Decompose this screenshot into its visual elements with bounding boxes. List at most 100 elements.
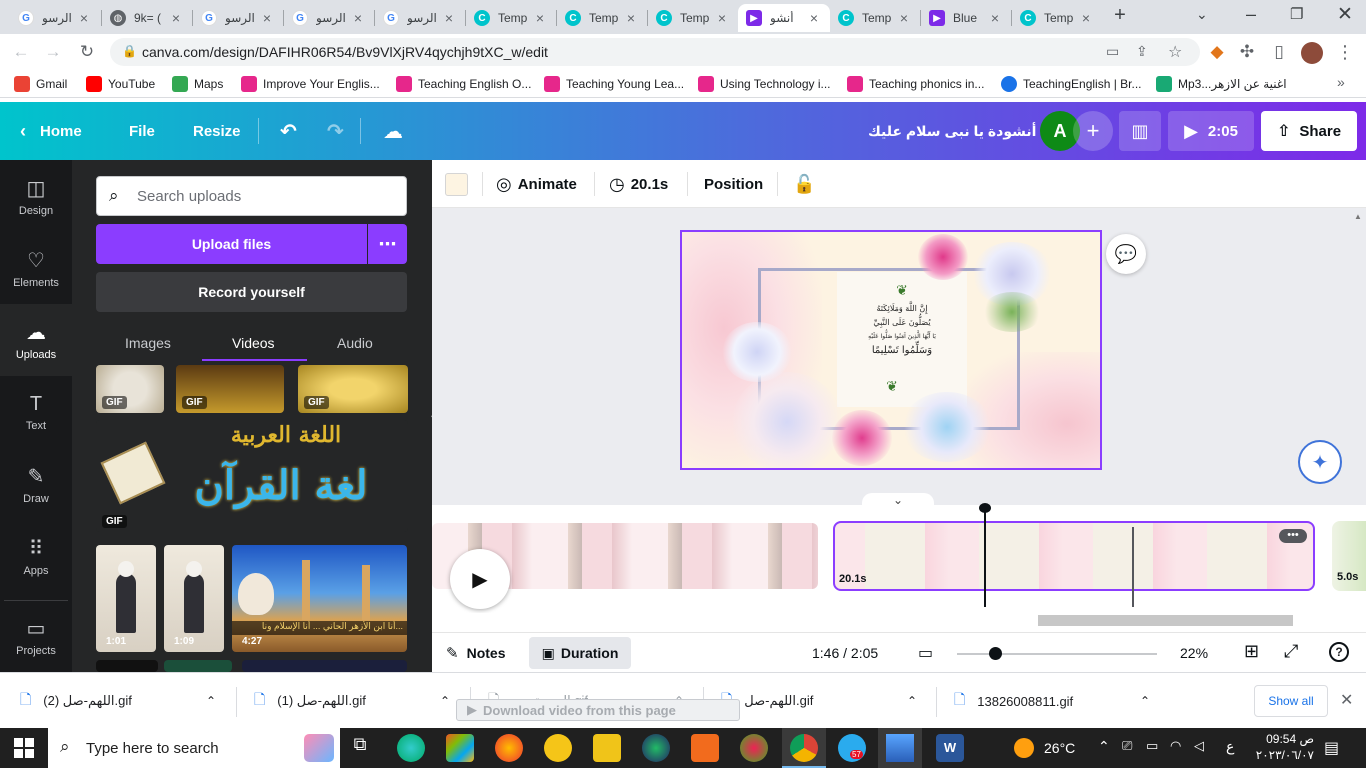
magic-sparkle-icon[interactable]: ✦ [1298,440,1342,484]
rail-apps[interactable]: ⠿ Apps [0,520,72,592]
bookmark-item[interactable]: Gmail [14,75,67,93]
close-tab-icon[interactable]: × [350,10,366,26]
bookmark-item[interactable]: TeachingEnglish | Br... [1001,75,1142,93]
bookmark-item[interactable]: Mp3...اغنية عن الازهر [1156,75,1287,93]
video-thumbnail[interactable]: أنا ابن الأزهر الحاني ... أنا الإسلام ون… [232,545,407,652]
animate-button[interactable]: ◎ Animate [496,160,577,208]
browser-tab[interactable]: G الرسو × [375,4,465,32]
notes-button[interactable]: ✎ Notes [446,633,505,673]
app-icon[interactable] [642,734,670,762]
close-tab-icon[interactable]: × [806,10,822,26]
forward-arrow-icon[interactable]: → [42,41,64,63]
bookmark-item[interactable]: Teaching English O... [396,75,531,93]
timing-button[interactable]: ◷ 20.1s [609,160,668,208]
grid-view-icon[interactable]: ⊞ [1244,641,1259,662]
tray-chevron-icon[interactable]: ⌃ [1098,738,1110,755]
tab-search-chevron-icon[interactable]: ⌄ [1196,6,1208,23]
fullscreen-icon[interactable]: ⤢ [1284,641,1298,662]
browser-menu-icon[interactable]: ⋮ [1334,41,1356,63]
timeline-scrollbar[interactable] [432,613,1356,627]
app-icon[interactable] [544,734,572,762]
help-icon[interactable]: ? [1329,642,1349,662]
save-page-icon[interactable]: ▭ [1106,43,1119,60]
browser-tab[interactable]: C Temp × [466,4,556,32]
telegram-icon[interactable]: 57 [838,734,866,762]
gif-thumbnail-large[interactable]: اللغة العربية لغة القرآن GIF [96,420,408,532]
insights-chart-icon[interactable]: ▥ [1119,111,1161,151]
clock[interactable]: 09:54 ص ٢٠٢٣/٠٦/٠٧ [1252,731,1314,763]
browser-tab[interactable]: G الرسو × [193,4,283,32]
close-tab-icon[interactable]: × [259,10,275,26]
background-color-swatch[interactable] [445,173,468,196]
upload-more-options-icon[interactable]: ⋯ [368,224,407,264]
bookmark-item[interactable]: Using Technology i... [698,75,831,93]
address-bar[interactable]: 🔒 canva.com/design/DAFIHR06R54/Bv9VlXjRV… [110,38,1200,66]
browser-tab[interactable]: C Temp × [557,4,647,32]
bookmark-item[interactable]: Teaching phonics in... [847,75,984,93]
clip-more-options-icon[interactable]: ••• [1279,529,1307,543]
add-comment-icon[interactable]: 💬 [1106,234,1146,274]
app-icon[interactable] [691,734,719,762]
window-close-icon[interactable]: ✕ [1337,3,1353,26]
rail-projects[interactable]: ▭ Projects [0,600,72,672]
share-button[interactable]: ⇧ Share [1261,111,1357,151]
browser-tab[interactable]: G الرسو × [10,4,100,32]
rail-draw[interactable]: ✎ Draw [0,448,72,520]
present-play-button[interactable]: ▶ 2:05 [1168,111,1254,151]
browser-tab[interactable]: G الرسو × [284,4,374,32]
timeline-collapse-chevron-icon[interactable]: ⌄ [862,493,934,509]
search-uploads-input[interactable]: ⌕ Search uploads [96,176,407,216]
cloud-saved-icon[interactable]: ☁ [383,102,403,160]
chevron-up-icon[interactable]: ⌃ [1140,694,1150,708]
word-icon[interactable]: W [936,734,964,762]
tab-audio[interactable]: Audio [337,328,373,358]
metamask-icon[interactable]: ◆ [1206,41,1228,63]
volume-icon[interactable]: ◁ [1194,738,1204,754]
zoom-slider[interactable] [957,653,1157,655]
chevron-up-icon[interactable]: ⌃ [206,694,216,708]
redo-icon[interactable]: ↷ [327,102,344,160]
rail-design[interactable]: ◫ Design [0,160,72,232]
close-tab-icon[interactable]: × [441,10,457,26]
download-item[interactable]: 🗋 اللهم-صل (2).gif ⌃ [20,673,230,729]
video-thumbnail[interactable]: 1:01 [96,545,156,652]
download-item[interactable]: 🗋 13826008811.gif ⌃ [954,673,1164,729]
close-tab-icon[interactable]: × [168,10,184,26]
restore-icon[interactable]: ❐ [1290,5,1303,23]
close-tab-icon[interactable]: × [896,10,912,26]
wifi-icon[interactable]: ◠ [1170,738,1181,754]
download-item[interactable]: 🗋 اللهم-صل (1).gif ⌃ [254,673,464,729]
profile-avatar[interactable] [1301,42,1323,64]
upload-files-button[interactable]: Upload files [96,224,367,264]
store-icon[interactable] [446,734,474,762]
record-yourself-button[interactable]: Record yourself [96,272,407,312]
resize-button[interactable]: Resize [193,102,241,160]
design-title[interactable]: أنشودة يا نبى سلام عليك [868,102,1036,160]
chevron-up-icon[interactable]: ⌃ [440,694,450,708]
browser-tab[interactable]: C Temp × [648,4,738,32]
bookmark-item[interactable]: Maps [172,75,223,93]
timeline-clip[interactable]: 5.0s [1332,521,1366,591]
taskbar-search-box[interactable]: ⌕ Type here to search [48,728,340,768]
minimize-icon[interactable]: – [1246,4,1256,25]
photos-taskbar-button[interactable] [878,728,922,768]
browser-tab[interactable]: C Temp × [1012,4,1102,32]
tab-images[interactable]: Images [125,328,171,358]
new-tab-plus-icon[interactable]: + [1108,4,1132,30]
rail-elements[interactable]: ♡ Elements [0,232,72,304]
close-tab-icon[interactable]: × [532,10,548,26]
duration-button[interactable]: ▣ Duration [529,637,631,669]
browser-tab[interactable]: ▶ Blue × [921,4,1011,32]
playhead[interactable] [984,507,986,607]
position-button[interactable]: Position [704,160,763,208]
bookmark-item[interactable]: Improve Your Englis... [241,75,380,93]
bookmark-item[interactable]: Teaching Young Lea... [544,75,684,93]
back-arrow-icon[interactable]: ← [10,41,32,63]
gif-thumbnail[interactable]: GIF [96,365,164,413]
tab-videos[interactable]: Videos [232,328,275,358]
show-all-button[interactable]: Show all [1254,685,1328,717]
language-indicator[interactable]: ع [1226,738,1234,755]
chevron-up-icon[interactable]: ⌃ [907,694,917,708]
extensions-puzzle-icon[interactable]: ✣ [1236,41,1258,63]
undo-icon[interactable]: ↶ [280,102,297,160]
